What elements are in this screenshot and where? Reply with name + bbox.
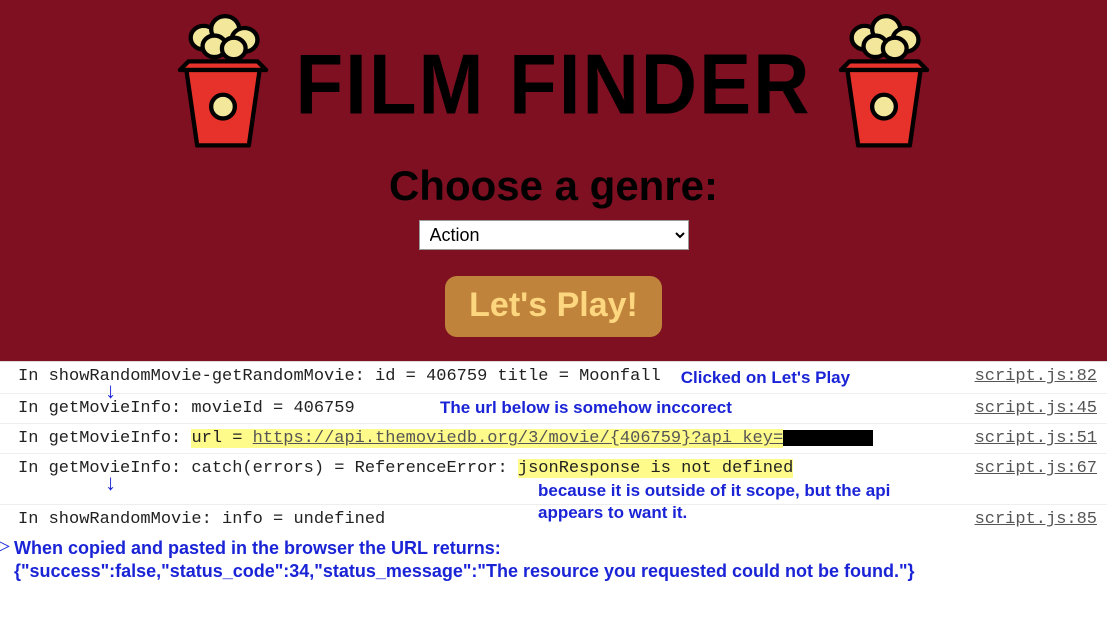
annotation: Clicked on Let's Play [681,367,975,388]
annotation: {"success":false,"status_code":34,"statu… [4,560,1097,583]
pointer-icon: ▷ [0,535,10,557]
devtools-console: In showRandomMovie-getRandomMovie: id = … [0,361,1107,596]
console-log-row: In showRandomMovie-getRandomMovie: id = … [0,362,1107,394]
console-message: In getMovieInfo: movieId = 406759 [18,399,355,418]
footer-annotations: ▷ When copied and pasted in the browser … [0,535,1107,588]
console-message: In showRandomMovie-getRandomMovie: id = … [18,367,661,386]
source-link[interactable]: script.js:67 [975,459,1097,478]
play-button[interactable]: Let's Play! [445,276,662,337]
source-link[interactable]: script.js:85 [975,510,1097,529]
genre-select[interactable]: Action [419,220,689,250]
api-url-link[interactable]: https://api.themoviedb.org/3/movie/{4067… [253,429,784,448]
genre-prompt: Choose a genre: [0,162,1107,210]
popcorn-icon [829,14,939,154]
app-title: FILM FINDER [296,34,812,134]
source-link[interactable]: script.js:45 [975,399,1097,418]
title-row: FILM FINDER [0,10,1107,154]
console-message: In getMovieInfo: url = https://api.themo… [18,429,873,448]
genre-select-wrap: Action [0,220,1107,250]
console-log-row: In getMovieInfo: movieId = 406759 The ur… [0,394,1107,424]
annotation: The url below is somehow inccorect [440,397,732,418]
console-log-row: In getMovieInfo: url = https://api.themo… [0,424,1107,454]
highlighted-text: jsonResponse is not defined [518,459,793,478]
console-log-row: In showRandomMovie: info = undefined scr… [0,505,1107,535]
redacted-api-key [783,430,873,446]
source-link[interactable]: script.js:51 [975,429,1097,448]
console-log-row: In getMovieInfo: catch(errors) = Referen… [0,454,1107,505]
highlighted-text: url = https://api.themoviedb.org/3/movie… [191,429,783,448]
hero-banner: FILM FINDER Choose a genre: Action Let [0,0,1107,361]
popcorn-icon [168,14,278,154]
source-link[interactable]: script.js:82 [975,367,1097,386]
console-message: In getMovieInfo: catch(errors) = Referen… [18,459,793,478]
console-message: In showRandomMovie: info = undefined [18,510,385,529]
annotation: When copied and pasted in the browser th… [4,537,1097,560]
